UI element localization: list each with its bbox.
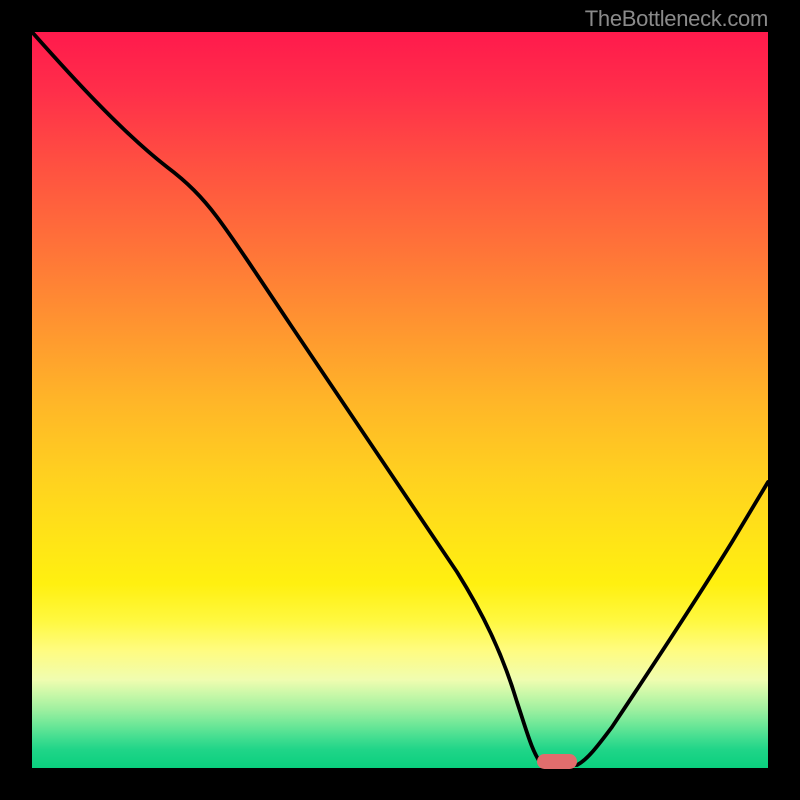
watermark-text: TheBottleneck.com [585,6,768,32]
plot-area [32,32,768,768]
curve-layer [32,32,768,768]
chart-container: TheBottleneck.com [0,0,800,800]
optimal-marker [537,754,577,769]
bottleneck-curve [32,32,768,765]
